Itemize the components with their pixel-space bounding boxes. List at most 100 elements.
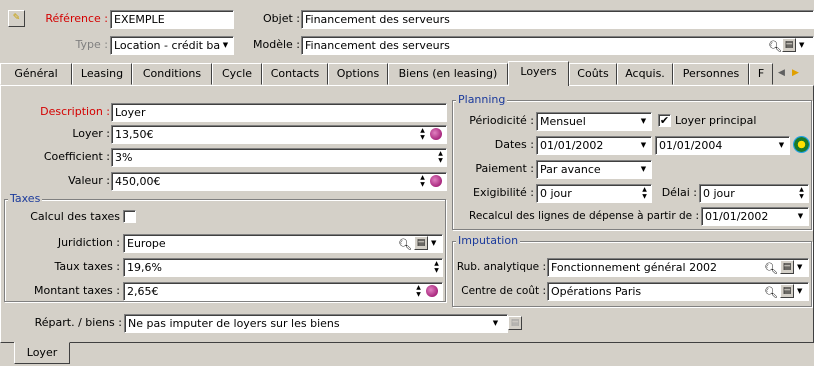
delai-label: Délai : — [661, 186, 697, 199]
juridiction-field[interactable]: Europe 🔍︎ ▤ ▼ — [123, 234, 443, 253]
delai-spinner[interactable]: ▲ ▼ — [797, 186, 806, 201]
periodicite-value: Mensuel — [540, 115, 586, 128]
coefficient-spinner[interactable]: ▲ ▼ — [436, 150, 445, 165]
chevron-down-icon[interactable]: ▼ — [776, 139, 787, 152]
coefficient-value: 3% — [115, 151, 133, 164]
juridiction-value: Europe — [127, 237, 166, 250]
magnifier-icon[interactable]: 🔍︎ — [398, 236, 412, 252]
tab-f[interactable]: F — [749, 63, 773, 85]
recalcul-label: Recalcul des lignes de dépense à partir … — [469, 210, 699, 222]
reference-field[interactable]: EXEMPLE — [110, 10, 234, 29]
taux-taxes-value: 19,6% — [127, 261, 162, 274]
type-select[interactable]: Location - crédit ba ▼ — [110, 36, 234, 55]
taux-taxes-field[interactable]: 19,6% ▲ ▼ — [123, 258, 443, 277]
chevron-down-icon[interactable]: ▼ — [638, 139, 649, 152]
tab-loyers[interactable]: Loyers — [508, 61, 569, 86]
tab-cycle[interactable]: Cycle — [212, 63, 262, 85]
valeur-field[interactable]: 450,00€ ▲ ▼ — [111, 172, 447, 191]
tab-acquis[interactable]: Acquis. — [617, 63, 673, 85]
tab-scroll-right-icon[interactable]: ▶ — [792, 68, 799, 78]
chevron-down-icon[interactable]: ▼ — [799, 37, 804, 54]
periodicite-select[interactable]: Mensuel ▼ — [536, 112, 652, 131]
paiement-select[interactable]: Par avance ▼ — [536, 160, 652, 179]
montant-taxes-spinner[interactable]: ▲ ▼ — [414, 284, 423, 299]
repart-value: Ne pas imputer de loyers sur les biens — [128, 317, 340, 330]
date-end-field[interactable]: 01/01/2004 ▼ — [655, 136, 790, 155]
calendar-clock-icon[interactable] — [793, 136, 810, 153]
tab-leasing[interactable]: Leasing — [72, 63, 132, 85]
taux-taxes-spinner[interactable]: ▲ ▼ — [432, 260, 441, 275]
centre-field[interactable]: Opérations Paris 🔍︎ ▤ ▼ — [547, 282, 809, 301]
date-start-field[interactable]: 01/01/2002 ▼ — [536, 136, 652, 155]
paiement-label: Paiement : — [475, 162, 534, 175]
magnifier-icon[interactable]: 🔍︎ — [764, 260, 778, 276]
modele-field[interactable]: Financement des serveurs 🔍︎ ▤ ▼ — [301, 36, 814, 55]
wizard-icon[interactable]: ✎ — [8, 10, 25, 27]
chevron-down-icon[interactable]: ▼ — [431, 235, 436, 252]
chevron-down-icon[interactable]: ▼ — [638, 163, 649, 176]
bottom-tab-loyer[interactable]: Loyer — [14, 342, 70, 364]
chevron-down-icon[interactable]: ▼ — [220, 39, 231, 52]
loyer-principal-checkbox[interactable]: ✔ — [658, 114, 671, 127]
loyer-field[interactable]: 13,50€ ▲ ▼ — [111, 125, 447, 144]
rubrique-label: Rub. analytique : — [456, 261, 546, 273]
magnifier-icon[interactable]: 🔍︎ — [768, 38, 782, 54]
exigibilite-value: 0 jour — [540, 187, 572, 200]
imputation-group-title: Imputation — [456, 234, 521, 248]
calculator-icon[interactable] — [430, 128, 442, 140]
tab-couts[interactable]: Coûts — [569, 63, 617, 85]
chevron-down-icon[interactable]: ▼ — [797, 283, 802, 300]
delai-value: 0 jour — [703, 187, 735, 200]
tab-contacts[interactable]: Contacts — [262, 63, 328, 85]
recalcul-date-field[interactable]: 01/01/2002 ▼ — [701, 207, 809, 226]
montant-taxes-label: Montant taxes : — [34, 284, 120, 297]
montant-taxes-field[interactable]: 2,65€ ▲ ▼ — [123, 282, 443, 301]
date-end-value: 01/01/2004 — [659, 139, 723, 152]
chevron-down-icon[interactable]: ▼ — [797, 259, 802, 276]
paiement-value: Par avance — [540, 163, 601, 176]
calculator-icon[interactable] — [426, 285, 438, 297]
rubrique-field[interactable]: Fonctionnement général 2002 🔍︎ ▤ ▼ — [547, 258, 809, 277]
tab-conditions[interactable]: Conditions — [132, 63, 212, 85]
tab-options[interactable]: Options — [328, 63, 388, 85]
form-icon[interactable]: ▤ — [780, 260, 794, 274]
loyer-spinner[interactable]: ▲ ▼ — [418, 127, 427, 142]
taux-taxes-label: Taux taxes : — [54, 260, 120, 273]
delai-field[interactable]: 0 jour ▲ ▼ — [699, 184, 809, 203]
objet-label: Objet : — [263, 12, 300, 25]
type-label: Type : — [75, 38, 108, 51]
valeur-spinner[interactable]: ▲ ▼ — [418, 174, 427, 189]
loyer-label: Loyer : — [72, 127, 110, 140]
tab-general[interactable]: Général — [0, 63, 72, 85]
exigibilite-label: Exigibilité : — [473, 186, 534, 199]
exigibilite-field[interactable]: 0 jour ▲ ▼ — [536, 184, 652, 203]
repart-select[interactable]: Ne pas imputer de loyers sur les biens ▼ — [124, 314, 508, 333]
calculator-icon[interactable] — [430, 175, 442, 187]
taxes-group-title: Taxes — [8, 192, 43, 206]
chevron-down-icon[interactable]: ▼ — [795, 210, 806, 223]
form-icon[interactable]: ▤ — [780, 284, 794, 298]
form-icon[interactable]: ▤ — [782, 38, 796, 52]
chevron-down-icon[interactable]: ▼ — [638, 115, 649, 128]
dates-label: Dates : — [494, 138, 534, 151]
loyer-principal-label: Loyer principal — [675, 114, 757, 127]
periodicite-label: Périodicité : — [469, 114, 534, 127]
objet-field[interactable]: Financement des serveurs — [301, 10, 814, 29]
description-field[interactable]: Loyer — [111, 103, 447, 122]
form-icon[interactable]: ▤ — [508, 316, 522, 330]
chevron-down-icon[interactable]: ▼ — [490, 317, 501, 330]
magnifier-icon[interactable]: 🔍︎ — [764, 284, 778, 300]
date-start-value: 01/01/2002 — [540, 139, 604, 152]
description-label: Description : — [40, 105, 110, 118]
coefficient-field[interactable]: 3% ▲ ▼ — [111, 148, 447, 167]
recalcul-date-value: 01/01/2002 — [705, 210, 769, 223]
reference-label: Référence : — [45, 12, 108, 25]
form-icon[interactable]: ▤ — [414, 236, 428, 250]
tab-biens-en-leasing[interactable]: Biens (en leasing) — [388, 63, 508, 85]
calcul-taxes-checkbox[interactable] — [123, 210, 136, 223]
tab-scroll-left-icon[interactable]: ◀ — [778, 68, 785, 78]
exigibilite-spinner[interactable]: ▲ ▼ — [640, 186, 649, 201]
planning-group-title: Planning — [456, 93, 508, 107]
centre-label: Centre de coût : — [461, 285, 546, 297]
tab-personnes[interactable]: Personnes — [673, 63, 749, 85]
